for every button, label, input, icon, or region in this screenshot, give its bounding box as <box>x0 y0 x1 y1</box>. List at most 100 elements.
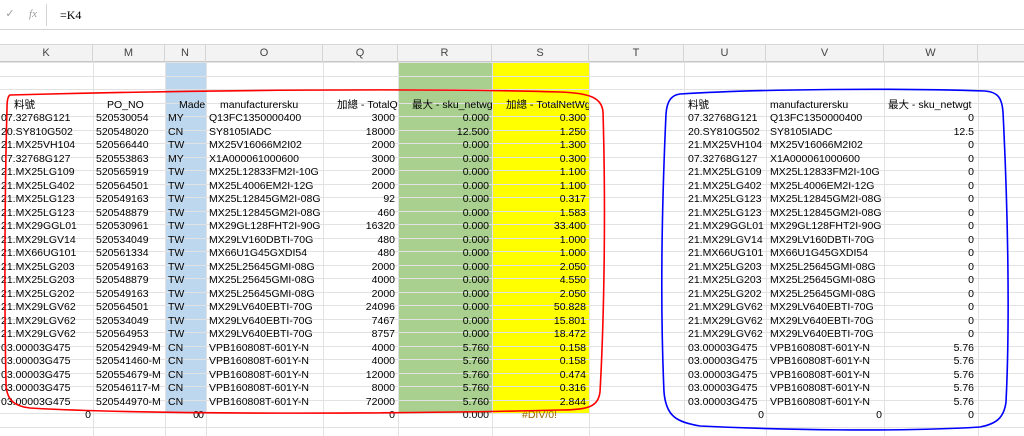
right-table-cell[interactable]: 07.32768G121 <box>688 112 766 125</box>
left-table-cell[interactable]: 520530054 <box>96 112 165 125</box>
right-table-cell[interactable]: 21.MX25LG402 <box>688 180 766 193</box>
left-table-cell[interactable]: 24096 <box>323 301 395 314</box>
column-header-w[interactable]: W <box>884 45 978 62</box>
left-table-cell[interactable]: TW <box>168 301 206 314</box>
left-table-cell[interactable]: 21.MX66UG101 <box>1 247 91 260</box>
left-table-cell[interactable]: 520534049 <box>96 315 165 328</box>
right-table-cell[interactable]: 20.SY810G502 <box>688 126 766 139</box>
right-table-cell[interactable]: 21.MX25LG109 <box>688 166 766 179</box>
left-table-cell[interactable]: VPB160808T-601Y-N <box>209 342 323 355</box>
column-header-r[interactable]: R <box>398 45 492 62</box>
left-table-cell[interactable]: 520566440 <box>96 139 165 152</box>
right-table-cell[interactable]: 21.MX29LGV62 <box>688 315 766 328</box>
column-header-v[interactable]: V <box>766 45 884 62</box>
left-table-cell[interactable]: 7467 <box>323 315 395 328</box>
right-table-cell[interactable]: VPB160808T-601Y-N <box>770 342 884 355</box>
left-table-cell[interactable]: 4000 <box>323 355 395 368</box>
left-table-cell[interactable]: 0.317 <box>492 193 586 206</box>
right-table-cell[interactable]: 21.MX29GGL01 <box>688 220 766 233</box>
left-table-cell[interactable]: 21.MX25LG203 <box>1 261 91 274</box>
right-table-cell[interactable]: Q13FC1350000400 <box>770 112 884 125</box>
right-table-cell[interactable]: 0 <box>884 274 974 287</box>
left-table-cell[interactable]: 0.000 <box>398 166 489 179</box>
column-header-k[interactable]: K <box>0 45 93 62</box>
left-table-cell[interactable]: 520534049 <box>96 234 165 247</box>
right-table-cell[interactable]: 21.MX29LGV62 <box>688 301 766 314</box>
left-table-cell[interactable]: 07.32768G121 <box>1 112 91 125</box>
left-table-cell[interactable]: 480 <box>323 234 395 247</box>
left-table-cell[interactable]: 480 <box>323 247 395 260</box>
left-table-cell[interactable]: 520549163 <box>96 288 165 301</box>
left-total-error[interactable]: #DIV/0! <box>522 409 582 422</box>
right-table-cell[interactable]: 0 <box>884 328 974 341</box>
right-table-cell[interactable]: 5.76 <box>884 342 974 355</box>
left-table-cell[interactable]: 50.828 <box>492 301 586 314</box>
left-table-cell[interactable]: 21.MX29LGV62 <box>1 315 91 328</box>
left-table-cell[interactable]: 4000 <box>323 342 395 355</box>
right-table-cell[interactable]: VPB160808T-601Y-N <box>770 369 884 382</box>
left-table-cell[interactable]: 21.MX29LGV62 <box>1 301 91 314</box>
left-table-cell[interactable]: VPB160808T-601Y-N <box>209 355 323 368</box>
left-table-cell[interactable]: 21.MX25LG202 <box>1 288 91 301</box>
left-table-cell[interactable]: 2000 <box>323 180 395 193</box>
left-table-cell[interactable]: MX29LV640EBTI-70G <box>209 315 323 328</box>
right-table-cell[interactable]: 0 <box>884 180 974 193</box>
right-total-max[interactable]: 0 <box>884 409 974 422</box>
left-table-cell[interactable]: 1.000 <box>492 247 586 260</box>
left-table-cell[interactable]: 0.158 <box>492 342 586 355</box>
left-table-cell[interactable]: 0.000 <box>398 207 489 220</box>
left-table-cell[interactable]: 520548020 <box>96 126 165 139</box>
left-table-cell[interactable]: 4000 <box>323 274 395 287</box>
right-table-cell[interactable]: MX29LV640EBTI-70G <box>770 301 884 314</box>
left-table-cell[interactable]: 520548879 <box>96 207 165 220</box>
left-table-cell[interactable]: 0.316 <box>492 382 586 395</box>
left-table-cell[interactable]: 520564953 <box>96 328 165 341</box>
left-table-cell[interactable]: 03.00003G475 <box>1 355 91 368</box>
left-table-cell[interactable]: 520549163 <box>96 193 165 206</box>
right-table-cell[interactable]: 03.00003G475 <box>688 355 766 368</box>
right-table-cell[interactable]: 21.MX25LG123 <box>688 193 766 206</box>
left-table-cell[interactable]: 21.MX29LGV62 <box>1 328 91 341</box>
right-table-cell[interactable]: 0 <box>884 288 974 301</box>
left-table-cell[interactable]: TW <box>168 220 206 233</box>
left-table-cell[interactable]: TW <box>168 288 206 301</box>
left-table-cell[interactable]: CN <box>168 355 206 368</box>
left-table-cell[interactable]: 15.801 <box>492 315 586 328</box>
right-table-cell[interactable]: MX25L4006EM2I-12G <box>770 180 884 193</box>
right-table-cell[interactable]: 0 <box>884 234 974 247</box>
right-table-cell[interactable]: 0 <box>884 261 974 274</box>
left-table-cell[interactable]: 8000 <box>323 382 395 395</box>
left-table-cell[interactable]: TW <box>168 193 206 206</box>
right-table-cell[interactable]: 21.MX25LG123 <box>688 207 766 220</box>
left-table-cell[interactable]: MX25L25645GMI-08G <box>209 261 323 274</box>
right-table-cell[interactable]: MX29LV160DBTI-70G <box>770 234 884 247</box>
left-table-cell[interactable]: 520548879 <box>96 274 165 287</box>
spreadsheet-grid[interactable]: 料號 PO_NO MadeIn manufacturersku 加總 - TotalQt… <box>0 62 1024 436</box>
left-table-cell[interactable]: 07.32768G127 <box>1 153 91 166</box>
left-table-cell[interactable]: 0.000 <box>398 180 489 193</box>
left-table-cell[interactable]: 1.100 <box>492 180 586 193</box>
left-table-cell[interactable]: 21.MX25LG402 <box>1 180 91 193</box>
left-total-k[interactable]: 0 <box>0 409 91 422</box>
right-table-cell[interactable]: MX25L25645GMI-08G <box>770 274 884 287</box>
left-table-cell[interactable]: 0.000 <box>398 301 489 314</box>
left-table-cell[interactable]: 8757 <box>323 328 395 341</box>
left-table-cell[interactable]: 0.000 <box>398 220 489 233</box>
left-table-cell[interactable]: Q13FC1350000400 <box>209 112 323 125</box>
left-table-cell[interactable]: 0.158 <box>492 355 586 368</box>
left-table-cell[interactable]: 1.583 <box>492 207 586 220</box>
left-table-cell[interactable]: 0.000 <box>398 139 489 152</box>
right-table-cell[interactable]: 5.76 <box>884 382 974 395</box>
left-table-cell[interactable]: MX29GL128FHT2I-90G <box>209 220 323 233</box>
left-table-cell[interactable]: 21.MX29GGL01 <box>1 220 91 233</box>
right-table-cell[interactable]: MX29GL128FHT2I-90G <box>770 220 884 233</box>
left-table-cell[interactable]: 03.00003G475 <box>1 369 91 382</box>
left-table-cell[interactable]: 03.00003G475 <box>1 396 91 409</box>
fx-icon[interactable]: fx <box>26 7 40 21</box>
left-table-cell[interactable]: 18.472 <box>492 328 586 341</box>
left-table-cell[interactable]: 520530961 <box>96 220 165 233</box>
left-table-cell[interactable]: 520546117-M <box>96 382 165 395</box>
left-table-cell[interactable]: 2.844 <box>492 396 586 409</box>
left-table-cell[interactable]: CN <box>168 382 206 395</box>
left-table-cell[interactable]: 21.MX29LGV14 <box>1 234 91 247</box>
